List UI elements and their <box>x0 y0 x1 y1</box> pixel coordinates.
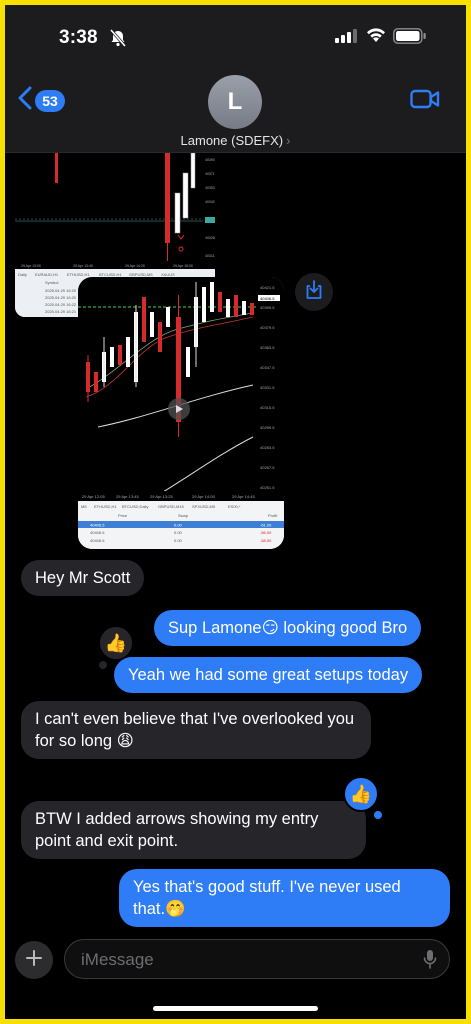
tab-4: SPXUSD,M5 <box>192 504 216 509</box>
message-incoming[interactable]: BTW I added arrows showing my entry poin… <box>21 801 366 859</box>
time-4: 29 Apr 14:45 <box>232 494 255 499</box>
price-2: 40379.5 <box>260 325 275 330</box>
chart1-row-2: 2025.04.29 16:22 <box>45 302 77 307</box>
thumbs-up-icon[interactable]: 👍 <box>98 625 134 661</box>
chart1-time-3: 29 Apr 15:00 <box>173 264 193 268</box>
download-icon <box>305 279 323 305</box>
chart1-header: Symbol <box>45 280 58 285</box>
price-9: 40267.5 <box>260 465 275 470</box>
chart1-tab-2: ETHUSD,H1 <box>67 272 90 277</box>
tab-3: GBPUSD,M15 <box>158 504 185 509</box>
input-placeholder: iMessage <box>81 950 154 969</box>
bell-slash-icon <box>109 29 127 52</box>
chart1-row-1: 2025.04.29 16:20 <box>45 295 77 300</box>
play-icon[interactable] <box>168 398 190 420</box>
svg-text:40371.0: 40371.0 <box>205 172 215 176</box>
row1-profit: -56.00 <box>260 530 272 535</box>
tab-2: BTCUSD,Daily <box>122 504 148 509</box>
chevron-left-icon <box>18 86 32 115</box>
row0-swap: 0.00 <box>174 523 183 528</box>
time-1: 29 Apr 13:45 <box>116 494 139 499</box>
message-incoming[interactable]: I can't even believe that I've overlooke… <box>21 701 371 759</box>
download-button[interactable] <box>295 273 333 311</box>
time-0: 29 Apr 12:05 <box>82 494 105 499</box>
svg-text:40342.0: 40342.0 <box>205 200 215 204</box>
chart1-row-0: 2025.04.29 16:20 <box>45 288 77 293</box>
avatar-initial: L <box>227 88 243 115</box>
chevron-right-icon: › <box>286 133 291 148</box>
price-1: 40395.5 <box>260 305 275 310</box>
contact-name: Lamone (SDEFX) <box>180 133 284 148</box>
message-outgoing[interactable]: Sup Lamone😏 looking good Bro <box>154 610 422 646</box>
price-8: 40283.5 <box>260 445 275 450</box>
tapback-tail-dot <box>99 661 107 669</box>
price-7: 40299.5 <box>260 425 275 430</box>
microphone-icon[interactable] <box>423 949 437 974</box>
video-camera-icon[interactable] <box>410 88 440 115</box>
unread-count-badge: 53 <box>35 89 65 112</box>
cellular-signal-icon <box>335 29 359 48</box>
col-swap: Swap <box>178 513 189 518</box>
plus-icon <box>26 949 42 971</box>
row2-price: 40406.5 <box>90 538 105 543</box>
svg-text:40311.0: 40311.0 <box>205 254 215 258</box>
tab-1: ETHUSD,H1 <box>94 504 117 509</box>
message-incoming[interactable]: Hey Mr Scott <box>21 560 145 596</box>
price-3: 40363.5 <box>260 345 275 350</box>
chart1-time-0: 29 Apr 13:00 <box>21 264 41 268</box>
contact-name-button[interactable]: Lamone (SDEFX) › <box>5 133 466 148</box>
price-10: 40251.5 <box>260 485 275 490</box>
back-button[interactable]: 53 <box>18 86 65 115</box>
row2-profit: -58.00 <box>260 538 272 543</box>
thumbs-up-icon[interactable]: 👍 <box>343 776 379 812</box>
message-outgoing[interactable]: Yes that's good stuff. I've never used t… <box>119 869 450 927</box>
col-profit: Profit <box>268 513 278 518</box>
status-time: 3:38 <box>59 27 98 48</box>
message-outgoing[interactable]: Yeah we had some great setups today <box>114 657 423 693</box>
row1-swap: 0.00 <box>174 530 183 535</box>
svg-text:40326.0: 40326.0 <box>205 236 215 240</box>
current-price: 40406.5 <box>260 296 275 301</box>
price-6: 40315.5 <box>260 405 275 410</box>
row0-price: 40406.5 <box>90 523 105 528</box>
row0-profit: -61.00 <box>260 523 272 528</box>
imessage-input[interactable]: iMessage <box>64 939 450 979</box>
battery-icon <box>393 28 427 49</box>
chart1-time-1: 29 Apr 13:40 <box>73 264 93 268</box>
tab-0: M5 <box>81 504 87 509</box>
phone-screen: 3:38 53 L Lamone (SDEFX) › 40390 40371 4… <box>5 5 466 1019</box>
contact-avatar[interactable]: L <box>208 75 262 129</box>
chart1-time-2: 29 Apr 14:20 <box>125 264 145 268</box>
svg-text:40353.0: 40353.0 <box>205 186 215 190</box>
price-0: 40421.5 <box>260 285 275 290</box>
time-3: 29 Apr 14:05 <box>192 494 215 499</box>
status-bar: 3:38 <box>5 5 466 67</box>
svg-text:40390.0: 40390.0 <box>205 158 215 162</box>
chart1-tab-1: EURAUD,H1 <box>35 272 59 277</box>
plus-button[interactable] <box>15 941 53 979</box>
price-4: 40347.5 <box>260 365 275 370</box>
tab-5: ES00,* <box>228 504 241 509</box>
conversation-header: 53 L Lamone (SDEFX) › <box>5 67 466 153</box>
chart1-row-3: 2025.04.29 16:21 <box>45 309 77 314</box>
row2-swap: 0.00 <box>174 538 183 543</box>
price-5: 40331.5 <box>260 385 275 390</box>
home-indicator[interactable] <box>153 1006 318 1011</box>
chart1-tab-0: Daily <box>18 272 27 277</box>
tapback-tail-dot <box>374 811 382 819</box>
wifi-icon <box>366 27 386 48</box>
row1-price: 40406.5 <box>90 530 105 535</box>
time-2: 29 Apr 13:25 <box>150 494 173 499</box>
col-price: Price <box>118 513 128 518</box>
